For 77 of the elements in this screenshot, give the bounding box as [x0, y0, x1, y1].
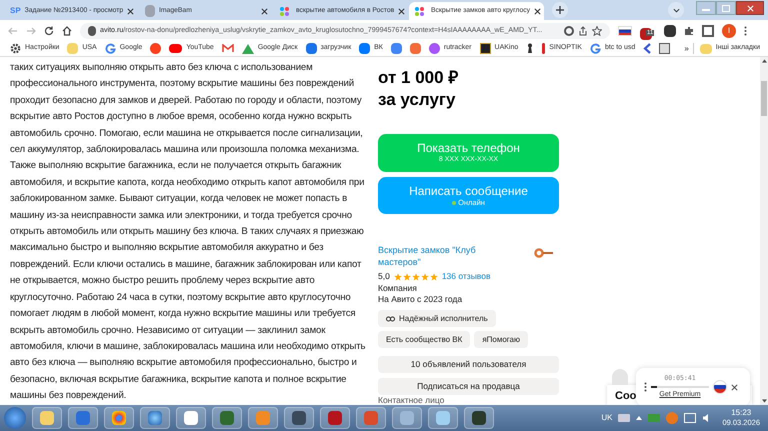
close-icon [261, 8, 268, 14]
side-panel-icon [702, 24, 714, 36]
more-bookmarks-button[interactable]: » [684, 42, 689, 54]
close-button[interactable] [736, 1, 764, 15]
play-logo-icon [169, 44, 182, 53]
taskbar-button[interactable] [320, 407, 350, 429]
profile-avatar[interactable]: I [722, 24, 736, 38]
bookmark-link[interactable] [641, 41, 654, 56]
seller-name-link[interactable]: Вскрытие замков "Клуб мастеров" [378, 244, 478, 268]
seller-since: На Авито с 2023 года [378, 294, 464, 306]
forward-arrow-icon [26, 26, 36, 36]
extension-icon [664, 24, 676, 36]
square-logo-icon [390, 43, 402, 54]
start-button-icon [4, 407, 26, 429]
chevron-logo-icon [643, 43, 652, 54]
seller-action-button[interactable]: 10 объявлений пользователя [378, 356, 559, 374]
triangle-logo-icon [242, 44, 254, 54]
price-text: от 1 000 ₽ за услугу [378, 67, 460, 111]
taskbar-button[interactable] [284, 407, 314, 429]
tab-search-button[interactable] [668, 2, 684, 18]
seller-badge: Есть сообщество ВК [378, 331, 470, 348]
scrollbar-thumb [761, 81, 767, 116]
star-icon [420, 272, 429, 281]
share-icon [578, 26, 588, 36]
taskbar-button[interactable] [176, 407, 206, 429]
contact-label: Контактное лицо [378, 395, 446, 405]
g-logo-icon [590, 43, 601, 54]
square-logo-icon [410, 43, 421, 54]
home-icon [62, 26, 72, 36]
chevron-down-icon [672, 8, 680, 12]
g-logo-icon [104, 43, 116, 54]
taskbar-button[interactable] [212, 407, 242, 429]
star-icon [430, 272, 438, 281]
star-icon [402, 272, 411, 281]
star-outline-icon [592, 26, 602, 36]
handshake-icon [386, 314, 395, 323]
scroll-up-icon [762, 59, 766, 63]
star-icon [394, 272, 402, 281]
close-icon [731, 384, 738, 390]
puzzle-icon [684, 26, 694, 36]
close-icon [127, 8, 134, 14]
menu-icon [744, 26, 747, 36]
seller-badge: яПомогаю [474, 331, 528, 348]
reviews-link[interactable]: 136 отзывов [442, 270, 490, 284]
maximize-button[interactable] [716, 1, 736, 15]
bookmark-link[interactable] [657, 41, 672, 56]
scroll-down-icon [762, 399, 766, 403]
thermometer-icon [542, 43, 546, 54]
plus-icon [556, 6, 564, 14]
site-initials: SP [10, 7, 21, 15]
mail-icon [222, 44, 234, 53]
flag-icon [713, 380, 727, 394]
close-icon [746, 4, 754, 12]
chess-piece-icon [526, 43, 534, 54]
seller-badge: Надёжный исполнитель [378, 310, 496, 328]
square-logo-icon [328, 411, 342, 425]
globe-icon [148, 411, 162, 425]
taskbar-button[interactable] [464, 407, 494, 429]
rating-value: 5,0 [378, 270, 390, 284]
menu-icon [644, 382, 647, 392]
close-icon [534, 8, 542, 14]
gear-icon [10, 43, 21, 54]
minimize-button[interactable] [696, 1, 716, 15]
square-logo-icon [359, 43, 370, 54]
seller-action-button[interactable]: Подписаться на продавца [378, 378, 559, 395]
language-indicator: UK [601, 412, 612, 424]
dark-square-icon [480, 43, 491, 54]
new-tab-button[interactable] [552, 2, 568, 18]
back-arrow-icon [8, 26, 18, 36]
chat-card-title: Соо [615, 389, 636, 403]
description-paragraph: таких ситуациях выполняю открыть авто без ключа с использованием профессионального инструмента, поэтому вскрытие машины без повреждений проходит безопасно для замков и дверей. Работаю по городу и области, поэтому вскрытие авто Ростов доступно в любое время, особенно когда нужно вскрыть автомобиль срочно. Помогаю, если машина не открывается после сигнализации, сел аккумулятор, заблокировалась машина или произошла поломка механизма. Также выполняю вскрытие багажника, если не получается открыть багажник автомобиля, и вскрытие капота, когда необходимо открыть капот автомобиля при заблокированном замке. Бывают ситуации, когда человек не может попасть в машину из-за неисправности замка или электроники, и тогда требуется срочно открыть автомобиль или открыть машину без ключа. В таких случаях я приезжаю максимально быстро и выполняю вскрытие автомобиля аккуратно и без повреждений. Если ключи остались в машине, багажник заблокирован или капот не открывается, можно быстро решить проблему через вскрытие авто круглосуточно. Работаю 24 часа в сутки, поэтому вскрытие авто круглосуточно помогает людям в любой момент, когда нужно вскрытие машины или требуется вскрыть автомобиль срочно. Независимо от ситуации — заклинил замок автомобиля, ключи в машине, заблокировалась машина или необходимо открыть авто без ключа — выполняю вскрытие автомобиля профессионально, быстро и безопасно, включая вскрытие багажника, вскрытие капота и полное вскрытие машины без повреждений. [10, 61, 366, 404]
tray-arrow-icon [636, 416, 642, 420]
flag-icon [618, 26, 632, 36]
close-icon [398, 8, 406, 14]
seller-type: Компания [378, 283, 418, 294]
star-icon [412, 272, 420, 281]
reload-icon [44, 26, 54, 36]
